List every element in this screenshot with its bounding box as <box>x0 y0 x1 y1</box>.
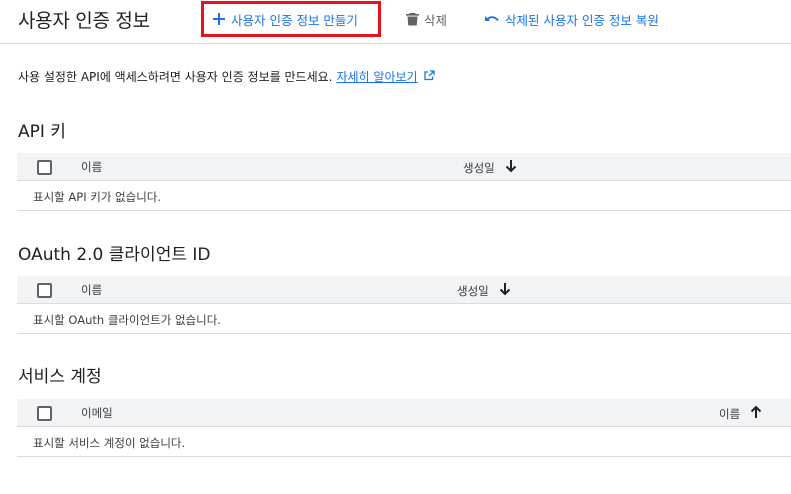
col-name-label: 이름 <box>719 406 741 421</box>
create-credentials-button[interactable]: 사용자 인증 정보 만들기 <box>212 10 358 28</box>
undo-icon <box>484 13 500 25</box>
col-email: 이메일 <box>81 406 113 420</box>
oauth-empty-text: 표시할 OAuth 클라이언트가 없습니다. <box>33 313 221 327</box>
restore-deleted-button[interactable]: 삭제된 사용자 인증 정보 복원 <box>484 10 659 28</box>
col-created-sort[interactable]: 생성일 <box>457 282 511 299</box>
oauth-title: OAuth 2.0 클라이언트 ID <box>18 245 211 265</box>
page-title: 사용자 인증 정보 <box>18 10 150 32</box>
plus-icon <box>212 12 226 26</box>
trash-icon <box>406 12 419 26</box>
info-text: 사용 설정한 API에 액세스하려면 사용자 인증 정보를 만드세요. <box>18 70 333 84</box>
col-created-sort[interactable]: 생성일 <box>463 159 517 176</box>
learn-more-link[interactable]: 자세히 알아보기 <box>336 68 417 85</box>
delete-button[interactable]: 삭제 <box>406 10 447 28</box>
select-all-checkbox[interactable] <box>37 406 52 421</box>
service-accounts-title: 서비스 계정 <box>18 367 102 387</box>
api-keys-empty-row: 표시할 API 키가 없습니다. <box>17 181 791 211</box>
service-accounts-table-header: 이메일 이름 <box>17 399 791 427</box>
service-accounts-empty-text: 표시할 서비스 계정이 없습니다. <box>33 436 186 450</box>
page-header: 사용자 인증 정보 사용자 인증 정보 만들기 삭제 삭제된 사용자 인증 정보… <box>0 0 791 44</box>
arrow-down-icon <box>499 282 511 299</box>
api-keys-title: API 키 <box>18 122 66 142</box>
col-name: 이름 <box>81 283 103 297</box>
col-name: 이름 <box>81 160 103 174</box>
oauth-empty-row: 표시할 OAuth 클라이언트가 없습니다. <box>17 304 791 334</box>
credentials-page: 사용자 인증 정보 사용자 인증 정보 만들기 삭제 삭제된 사용자 인증 정보… <box>0 0 791 494</box>
arrow-up-icon <box>750 405 762 422</box>
create-credentials-label: 사용자 인증 정보 만들기 <box>231 12 358 28</box>
col-created-label: 생성일 <box>457 283 489 298</box>
select-all-checkbox[interactable] <box>37 160 52 175</box>
info-line: 사용 설정한 API에 액세스하려면 사용자 인증 정보를 만드세요. 자세히 … <box>18 68 435 85</box>
arrow-down-icon <box>505 159 517 176</box>
external-link-icon <box>423 69 435 84</box>
service-accounts-empty-row: 표시할 서비스 계정이 없습니다. <box>17 427 791 457</box>
col-name-sort[interactable]: 이름 <box>719 405 762 422</box>
col-created-label: 생성일 <box>463 160 495 175</box>
delete-label: 삭제 <box>424 12 448 28</box>
oauth-table-header: 이름 생성일 <box>17 276 791 304</box>
api-keys-table-header: 이름 생성일 <box>17 153 791 181</box>
select-all-checkbox[interactable] <box>37 283 52 298</box>
api-keys-empty-text: 표시할 API 키가 없습니다. <box>33 190 162 204</box>
restore-label: 삭제된 사용자 인증 정보 복원 <box>505 12 659 28</box>
